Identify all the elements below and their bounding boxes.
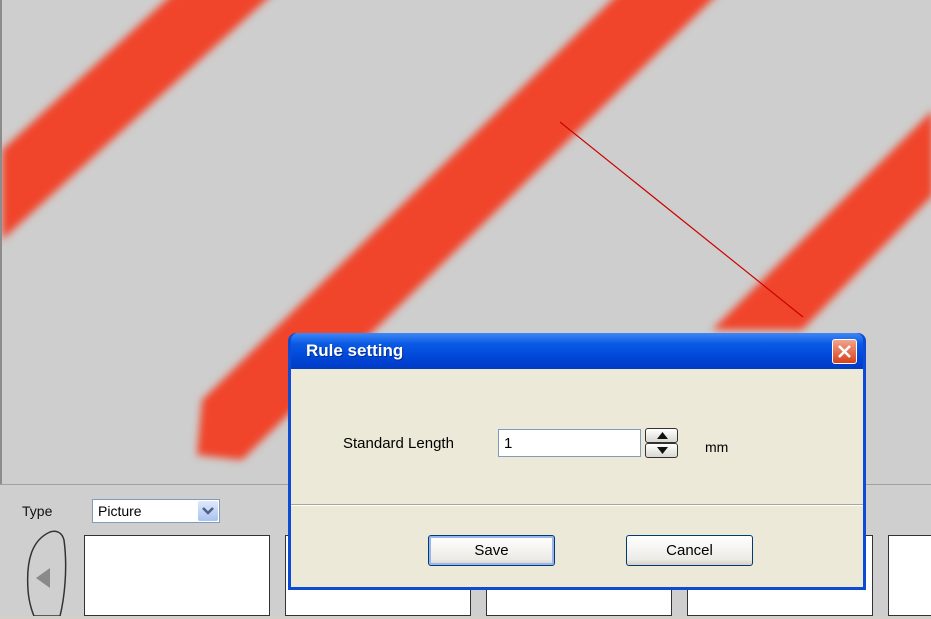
close-icon — [838, 345, 851, 358]
dialog-separator — [291, 504, 863, 506]
length-spinner[interactable] — [645, 428, 678, 458]
dialog-title: Rule setting — [306, 341, 404, 360]
type-label: Type — [22, 503, 53, 519]
dialog-titlebar[interactable]: Rule setting — [291, 333, 863, 369]
prev-button[interactable] — [20, 530, 70, 617]
arrow-up-icon — [657, 432, 668, 439]
standard-length-label: Standard Length — [343, 435, 454, 452]
thumbnail-slot-5[interactable] — [888, 535, 931, 616]
thumbnail-slot-1[interactable] — [84, 535, 270, 616]
unit-label: mm — [705, 439, 729, 455]
type-select[interactable]: Picture — [92, 499, 220, 523]
cancel-button[interactable]: Cancel — [626, 535, 753, 566]
dialog-body: Standard Length mm Save Cancel — [291, 369, 863, 587]
rule-setting-dialog: Rule setting Standard Length mm Save Can… — [288, 333, 866, 590]
close-button[interactable] — [832, 339, 857, 364]
type-select-value: Picture — [98, 503, 142, 519]
chevron-down-icon[interactable] — [198, 501, 218, 521]
save-button[interactable]: Save — [428, 535, 555, 566]
arrow-left-icon — [26, 530, 67, 617]
arrow-down-icon — [657, 447, 668, 454]
spin-up-button[interactable] — [645, 428, 678, 443]
standard-length-input[interactable] — [498, 429, 641, 457]
spin-down-button[interactable] — [645, 443, 678, 458]
